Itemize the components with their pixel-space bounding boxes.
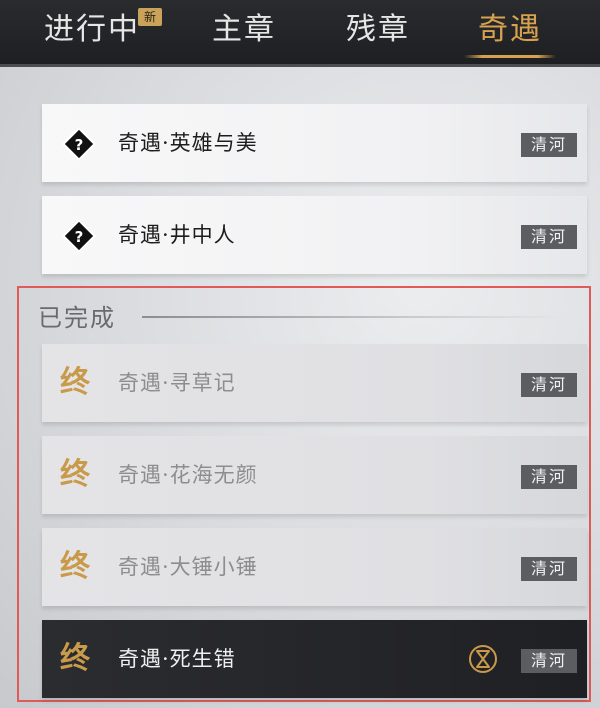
region-tag: 清河: [521, 465, 577, 489]
question-diamond-icon: ?: [62, 219, 96, 253]
completed-section-label: 已完成: [38, 304, 116, 332]
section-divider: [142, 316, 562, 318]
completed-quest-card-life-death-error-selected[interactable]: 终 奇遇·死生错 清河: [42, 620, 587, 698]
completed-quest-card-flower-sea[interactable]: 终 奇遇·花海无颜 清河: [42, 436, 587, 514]
region-tag: 清河: [521, 133, 577, 157]
tab-main-chapter[interactable]: 主章: [212, 0, 276, 64]
region-tag: 清河: [521, 373, 577, 397]
finished-glyph-icon: 终: [60, 549, 90, 584]
completed-quest-card-herb-search[interactable]: 终 奇遇·寻草记 清河: [42, 344, 587, 422]
region-tag: 清河: [521, 557, 577, 581]
region-tag: 清河: [521, 225, 577, 249]
quest-title: 奇遇·英雄与美: [118, 131, 258, 155]
tab-fragment-chapter[interactable]: 残章: [346, 0, 410, 64]
quest-title: 奇遇·井中人: [118, 223, 236, 247]
svg-text:?: ?: [75, 228, 84, 246]
quest-title: 奇遇·花海无颜: [118, 463, 258, 487]
new-badge: 新: [138, 8, 162, 26]
region-tag: 清河: [521, 649, 577, 673]
finished-glyph-icon: 终: [60, 457, 90, 492]
quest-title: 奇遇·大锤小锤: [118, 555, 258, 579]
quest-card-person-in-well[interactable]: ? 奇遇·井中人 清河: [42, 196, 587, 274]
quest-title: 奇遇·寻草记: [118, 371, 236, 395]
finished-glyph-icon: 终: [60, 641, 90, 676]
completed-quest-card-big-hammer[interactable]: 终 奇遇·大锤小锤 清河: [42, 528, 587, 606]
quest-tab-bar: 进行中 新 主章 残章 奇遇: [0, 0, 600, 67]
tab-in-progress[interactable]: 进行中: [44, 0, 140, 64]
question-diamond-icon: ?: [62, 127, 96, 161]
quest-card-hero-and-beauty[interactable]: ? 奇遇·英雄与美 清河: [42, 104, 587, 182]
svg-text:?: ?: [75, 136, 84, 154]
hourglass-icon: [469, 645, 497, 673]
finished-glyph-icon: 终: [60, 365, 90, 400]
quest-title: 奇遇·死生错: [118, 647, 236, 671]
tab-encounter[interactable]: 奇遇: [464, 0, 556, 64]
